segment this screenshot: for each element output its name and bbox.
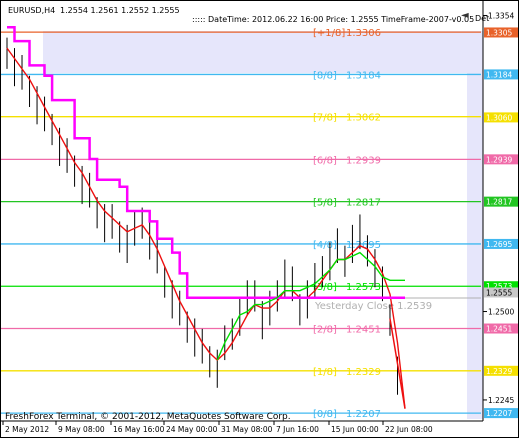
time-tick-label-5: 7 Jun 16:00 <box>276 425 319 434</box>
history-shading-right <box>467 31 483 419</box>
level-label-8: [1/8] <box>313 367 337 378</box>
price-series <box>6 26 406 409</box>
time-tick-label-7: 22 Jun 08:00 <box>385 425 433 434</box>
copyright-label: FreshForex Terminal, © 2001-2012, MetaQu… <box>5 412 291 422</box>
level-label-3: [6/8] <box>313 155 337 166</box>
time-tick-label-0: 2 May 2012 <box>5 425 49 434</box>
price-tag-text-5: 1.2817 <box>486 198 512 207</box>
time-tick-label-3: 24 May 00:00 <box>166 425 218 434</box>
history-shading <box>43 31 467 73</box>
price-tick-label-11: 1.2245 <box>488 396 514 405</box>
level-value-5: 1.2695 <box>346 240 381 251</box>
price-tick-label-8: 1.2500 <box>488 308 514 317</box>
price-tag-text-2: 1.3184 <box>486 70 512 79</box>
price-tag-text-3: 1.3060 <box>486 113 512 122</box>
level-label-4: [5/8] <box>313 198 337 209</box>
price-tag-text-6: 1.2695 <box>486 240 512 249</box>
level-value-6: 1.2573 <box>346 282 381 293</box>
price-axis: 1.33541.33051.31841.30601.29391.28171.26… <box>483 11 518 419</box>
level-value-8: 1.2329 <box>346 367 381 378</box>
level-value-1: 1.3184 <box>346 70 381 81</box>
level-label-5: [4/8] <box>313 240 337 251</box>
price-chart[interactable]: [+1/8] 1.3306[8/8] 1.3184[7/8] 1.3062[6/8] 1… <box>1 1 518 437</box>
level-value-9: 1.2207 <box>346 409 381 420</box>
current-price-text: 1.2555 <box>486 288 512 297</box>
time-axis: 2 May 2012 9 May 08:00 16 May 16:00 24 May … <box>2 421 433 434</box>
indicator-info: ::::: DateTime: 2012.06.22 16:00 Price: … <box>192 15 475 24</box>
symbol-label: EURUSD,H4 <box>8 6 56 15</box>
projection-line <box>389 318 406 409</box>
level-value-7: 1.2451 <box>346 325 381 336</box>
level-label-2: [7/8] <box>313 113 337 124</box>
time-tick-label-4: 31 May 08:00 <box>221 425 273 434</box>
price-tag-text-4: 1.2939 <box>486 155 512 164</box>
chart-window[interactable]: [+1/8] 1.3306 [8/8] 1.3184 [7/8] 1.3062 [6/8] 1… <box>0 0 519 438</box>
time-tick-label-6: 15 Jun 00:00 <box>331 425 379 434</box>
level-label-1: [8/8] <box>313 70 337 81</box>
price-tag-text-12: 1.2207 <box>486 409 512 418</box>
ohlc-label: 1.2554 1.2561 1.2552 1.2555 <box>60 6 180 15</box>
series-line-1 <box>6 47 406 409</box>
price-tag-text-10: 1.2329 <box>486 367 512 376</box>
chart-header: EURUSD,H4 1.2554 1.2561 1.2552 1.2555 ::… <box>2 2 519 32</box>
collapse-arrow-icon[interactable]: ◄ <box>461 10 469 21</box>
time-tick-label-1: 9 May 08:00 <box>58 425 105 434</box>
yesterday-close-label: Yesterday Close 1.2539 <box>314 301 432 312</box>
level-value-4: 1.2817 <box>346 198 381 209</box>
level-label-7: [2/8] <box>313 325 337 336</box>
det-label: Det <box>475 14 490 23</box>
murrey-levels: [+1/8] 1.3306[8/8] 1.3184[7/8] 1.3062[6/8] 1… <box>1 28 481 420</box>
level-value-3: 1.2939 <box>346 155 381 166</box>
level-label-9: [0/8] <box>313 409 337 420</box>
price-tag-text-9: 1.2451 <box>486 325 512 334</box>
level-value-2: 1.3062 <box>346 113 381 124</box>
time-tick-label-2: 16 May 16:00 <box>113 425 165 434</box>
